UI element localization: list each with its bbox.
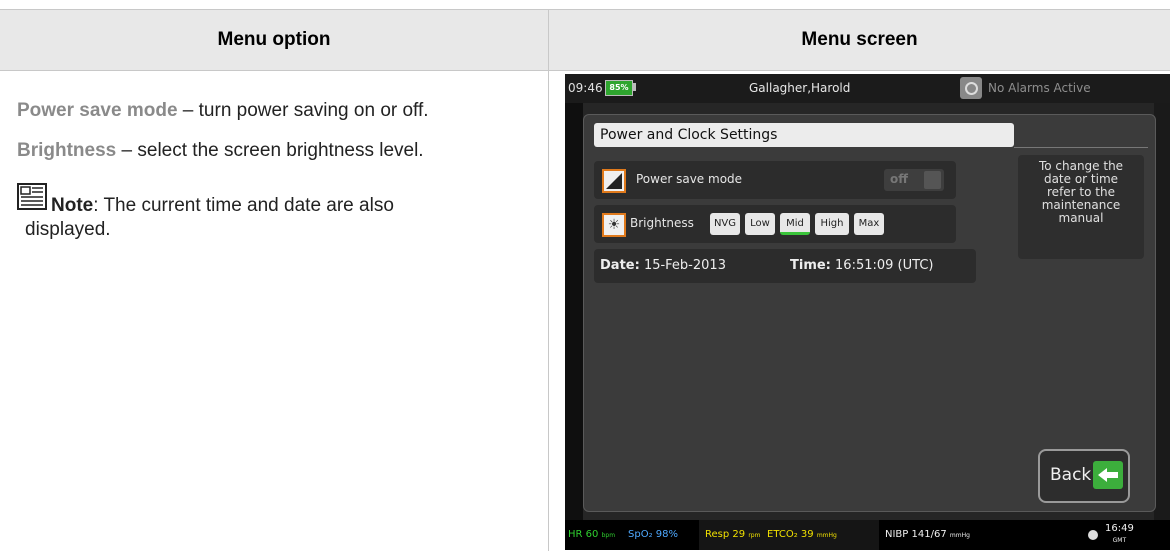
- note-icon: [17, 183, 48, 218]
- resp-value: 29: [732, 529, 745, 540]
- note-text: : The current time and date are also: [93, 195, 394, 216]
- power-save-icon: [602, 169, 626, 193]
- brightness-label: Brightness: [630, 216, 694, 230]
- hr-readout[interactable]: HR 60 bpm: [568, 529, 615, 540]
- resp-label: Resp: [705, 529, 729, 540]
- brightness-low-button[interactable]: Low: [745, 213, 775, 235]
- header-menu-option: Menu option: [0, 10, 549, 71]
- status-time: 16:49: [1105, 523, 1134, 534]
- toggle-state: off: [890, 172, 908, 186]
- battery-tip: [633, 83, 636, 91]
- nibp-unit: mmHg: [950, 532, 970, 539]
- battery-icon: 85%: [605, 80, 633, 96]
- time-label: Time:: [790, 258, 831, 273]
- resp-readout[interactable]: Resp 29 rpm: [705, 529, 760, 540]
- back-label: Back: [1050, 465, 1091, 485]
- time-value: 16:51:09 (UTC): [835, 258, 933, 273]
- etco2-readout[interactable]: ETCO₂ 39 mmHg: [767, 529, 837, 540]
- power-save-term: Power save mode: [17, 100, 178, 121]
- brightness-nvg-button[interactable]: NVG: [710, 213, 740, 235]
- etco2-label: ETCO₂: [767, 529, 798, 540]
- back-arrow-icon: [1093, 461, 1123, 489]
- time-display: Time: 16:51:09 (UTC): [790, 258, 933, 273]
- dialog-title-divider: [1014, 147, 1148, 148]
- help-line-5: manual: [1018, 212, 1144, 225]
- etco2-unit: mmHg: [817, 532, 837, 539]
- brightness-sun-icon: ☀: [602, 213, 626, 237]
- hr-unit: bpm: [602, 532, 615, 539]
- alarm-icon[interactable]: [960, 77, 982, 99]
- back-button[interactable]: Back: [1038, 449, 1130, 503]
- brightness-row: ☀ Brightness NVG Low Mid High Max: [594, 205, 956, 243]
- note-label: Note: [51, 195, 93, 216]
- brightness-text: – select the screen brightness level.: [116, 140, 423, 161]
- hr-value: 60: [586, 529, 599, 540]
- brightness-high-button[interactable]: High: [815, 213, 849, 235]
- etco2-value: 39: [801, 529, 814, 540]
- device-screenshot: 09:46 85% Gallagher,Harold No Alarms Act…: [565, 74, 1170, 550]
- brightness-desc: Brightness – select the screen brightnes…: [17, 139, 527, 163]
- help-panel: To change the date or time refer to the …: [1018, 155, 1144, 259]
- date-time-row: Date: 15-Feb-2013 Time: 16:51:09 (UTC): [594, 249, 976, 283]
- date-value: 15-Feb-2013: [644, 258, 726, 273]
- date-label: Date:: [600, 258, 640, 273]
- power-save-text: – turn power saving on or off.: [178, 100, 429, 121]
- power-save-row: Power save mode off: [594, 161, 956, 199]
- alarm-status: No Alarms Active: [988, 81, 1091, 95]
- brightness-term: Brightness: [17, 140, 116, 161]
- option-description: Power save mode – turn power saving on o…: [17, 99, 527, 258]
- nibp-value: 141/67: [912, 529, 947, 540]
- vitals-status-bar: HR 60 bpm SpO₂ 98% Resp 29 rpm ETCO₂ 39 …: [565, 520, 1170, 550]
- resp-unit: rpm: [748, 532, 760, 539]
- clock-icon: [1088, 530, 1098, 540]
- date-display: Date: 15-Feb-2013: [600, 258, 726, 273]
- spo2-readout[interactable]: SpO₂ 98%: [628, 529, 678, 540]
- power-clock-dialog: Power and Clock Settings Power save mode…: [583, 114, 1156, 512]
- patient-name[interactable]: Gallagher,Harold: [749, 81, 850, 95]
- spo2-label: SpO₂: [628, 529, 653, 540]
- device-clock: 09:46: [568, 81, 603, 95]
- power-save-desc: Power save mode – turn power saving on o…: [17, 99, 527, 123]
- brightness-max-button[interactable]: Max: [854, 213, 884, 235]
- dialog-title: Power and Clock Settings: [594, 123, 1014, 147]
- nibp-readout[interactable]: NIBP 141/67 mmHg: [885, 529, 970, 540]
- brightness-mid-button[interactable]: Mid: [780, 213, 810, 235]
- status-clock: 16:49 GMT: [1105, 523, 1134, 546]
- hr-label: HR: [568, 529, 582, 540]
- device-top-bar: 09:46 85% Gallagher,Harold No Alarms Act…: [565, 74, 1170, 103]
- toggle-knob[interactable]: [924, 171, 941, 189]
- note-text-cont: displayed.: [17, 219, 111, 240]
- nibp-label: NIBP: [885, 529, 908, 540]
- right-rail: [1154, 103, 1170, 520]
- left-rail: [565, 103, 583, 520]
- power-save-label: Power save mode: [636, 172, 742, 186]
- power-save-toggle[interactable]: off: [884, 169, 944, 191]
- spo2-value: 98%: [656, 529, 678, 540]
- status-timezone: GMT: [1113, 537, 1127, 544]
- header-menu-screen: Menu screen: [549, 10, 1170, 71]
- note-desc: Note: The current time and date are also…: [17, 183, 527, 242]
